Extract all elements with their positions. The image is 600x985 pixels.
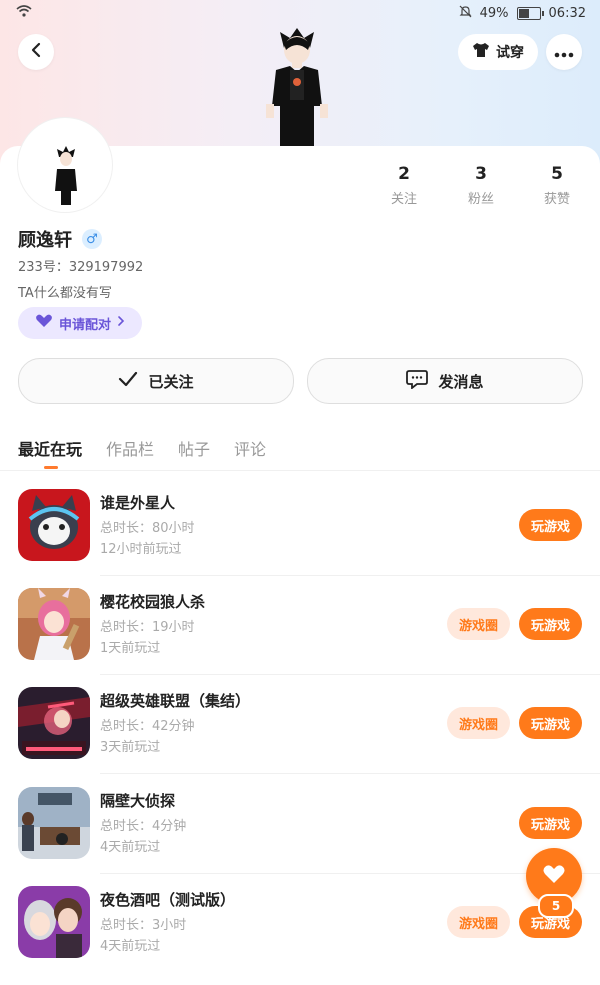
stat-likes[interactable]: 5 获赞: [527, 164, 587, 207]
game-icon: [18, 687, 90, 759]
user-bio: TA什么都没有写: [18, 286, 112, 301]
play-game-button[interactable]: 玩游戏: [519, 807, 582, 839]
wifi-icon: [16, 5, 32, 21]
avatar-figure-icon: [262, 26, 332, 146]
list-item[interactable]: 隔壁大侦探 总时长：4分钟 4天前玩过 玩游戏: [0, 787, 600, 886]
username-row: 顾逸轩 ♂: [18, 226, 102, 252]
divider: [100, 873, 600, 874]
stat-label: 获赞: [543, 192, 570, 207]
pair-request-button[interactable]: 申请配对: [18, 307, 142, 339]
game-last-played: 3天前玩过: [100, 740, 161, 755]
avatar[interactable]: [18, 118, 112, 212]
username: 顾逸轩: [18, 230, 72, 251]
game-name: 谁是外星人: [100, 494, 176, 512]
stat-value: 3: [475, 164, 487, 184]
tshirt-icon: [472, 42, 490, 62]
user-id: 233号：329197992: [18, 260, 144, 275]
try-on-label: 试穿: [496, 45, 524, 61]
game-name: 隔壁大侦探: [100, 792, 176, 810]
heart-icon: [542, 864, 566, 888]
game-name: 夜色酒吧（测试版）: [100, 891, 236, 909]
game-circle-button[interactable]: 游戏圈: [447, 906, 510, 938]
game-duration: 总时长：4分钟: [100, 819, 187, 834]
game-circle-button[interactable]: 游戏圈: [447, 608, 510, 640]
stat-label: 粉丝: [467, 192, 494, 207]
list-item[interactable]: 夜色酒吧（测试版） 总时长：3小时 4天前玩过 游戏圈 玩游戏: [0, 886, 600, 985]
play-game-button[interactable]: 玩游戏: [519, 608, 582, 640]
male-icon: ♂: [82, 229, 102, 249]
status-bar: 49% 06:32: [0, 0, 600, 28]
try-on-button[interactable]: 试穿: [458, 34, 538, 70]
game-duration: 总时长：19小时: [100, 620, 195, 635]
tab-works[interactable]: 作品栏: [106, 436, 154, 460]
send-message-label: 发消息: [438, 372, 484, 391]
like-count-badge: 5: [538, 894, 574, 918]
chevron-right-icon: [117, 315, 125, 331]
game-last-played: 4天前玩过: [100, 939, 161, 954]
tab-posts[interactable]: 帖子: [178, 436, 210, 460]
list-item[interactable]: 樱花校园狼人杀 总时长：19小时 1天前玩过 游戏圈 玩游戏: [0, 588, 600, 687]
stat-value: 2: [398, 164, 410, 184]
pair-request-label: 申请配对: [58, 317, 111, 333]
heart-pair-icon: [35, 314, 53, 332]
tab-indicator: [44, 466, 58, 469]
back-button[interactable]: [18, 34, 54, 70]
divider: [100, 674, 600, 675]
game-last-played: 1天前玩过: [100, 641, 161, 656]
game-duration: 总时长：80小时: [100, 521, 195, 536]
mute-icon: [459, 5, 472, 22]
check-icon: [118, 371, 138, 391]
clock: 06:32: [548, 6, 586, 21]
game-circle-button[interactable]: 游戏圈: [447, 707, 510, 739]
chat-icon: [406, 369, 429, 393]
profile-tabs: 最近在玩 作品栏 帖子 评论: [18, 436, 266, 460]
stat-label: 关注: [390, 192, 417, 207]
battery-percent: 49%: [479, 6, 509, 21]
list-item[interactable]: 谁是外星人 总时长：80小时 12小时前玩过 玩游戏: [0, 489, 600, 588]
more-dots-icon: [554, 43, 574, 62]
game-icon: [18, 787, 90, 859]
divider: [100, 773, 600, 774]
play-game-button[interactable]: 玩游戏: [519, 509, 582, 541]
stat-followers[interactable]: 3 粉丝: [451, 164, 511, 207]
following-button[interactable]: 已关注: [18, 358, 294, 404]
chevron-left-icon: [30, 42, 42, 62]
game-name: 樱花校园狼人杀: [100, 593, 206, 611]
divider: [0, 470, 600, 471]
game-name: 超级英雄联盟（集结）: [100, 692, 251, 710]
tab-recently-played[interactable]: 最近在玩: [18, 436, 82, 460]
battery-icon: [516, 7, 544, 20]
game-icon: [18, 588, 90, 660]
more-button[interactable]: [546, 34, 582, 70]
following-label: 已关注: [148, 372, 194, 391]
stat-following[interactable]: 2 关注: [374, 164, 434, 207]
divider: [100, 575, 600, 576]
game-duration: 总时长：3小时: [100, 918, 187, 933]
game-duration: 总时长：42分钟: [100, 719, 195, 734]
tab-comments[interactable]: 评论: [234, 436, 266, 460]
list-item[interactable]: 超级英雄联盟（集结） 总时长：42分钟 3天前玩过 游戏圈 玩游戏: [0, 687, 600, 786]
game-last-played: 12小时前玩过: [100, 542, 182, 557]
stat-value: 5: [551, 164, 563, 184]
play-game-button[interactable]: 玩游戏: [519, 707, 582, 739]
game-last-played: 4天前玩过: [100, 840, 161, 855]
send-message-button[interactable]: 发消息: [307, 358, 583, 404]
game-icon: [18, 489, 90, 561]
game-icon: [18, 886, 90, 958]
